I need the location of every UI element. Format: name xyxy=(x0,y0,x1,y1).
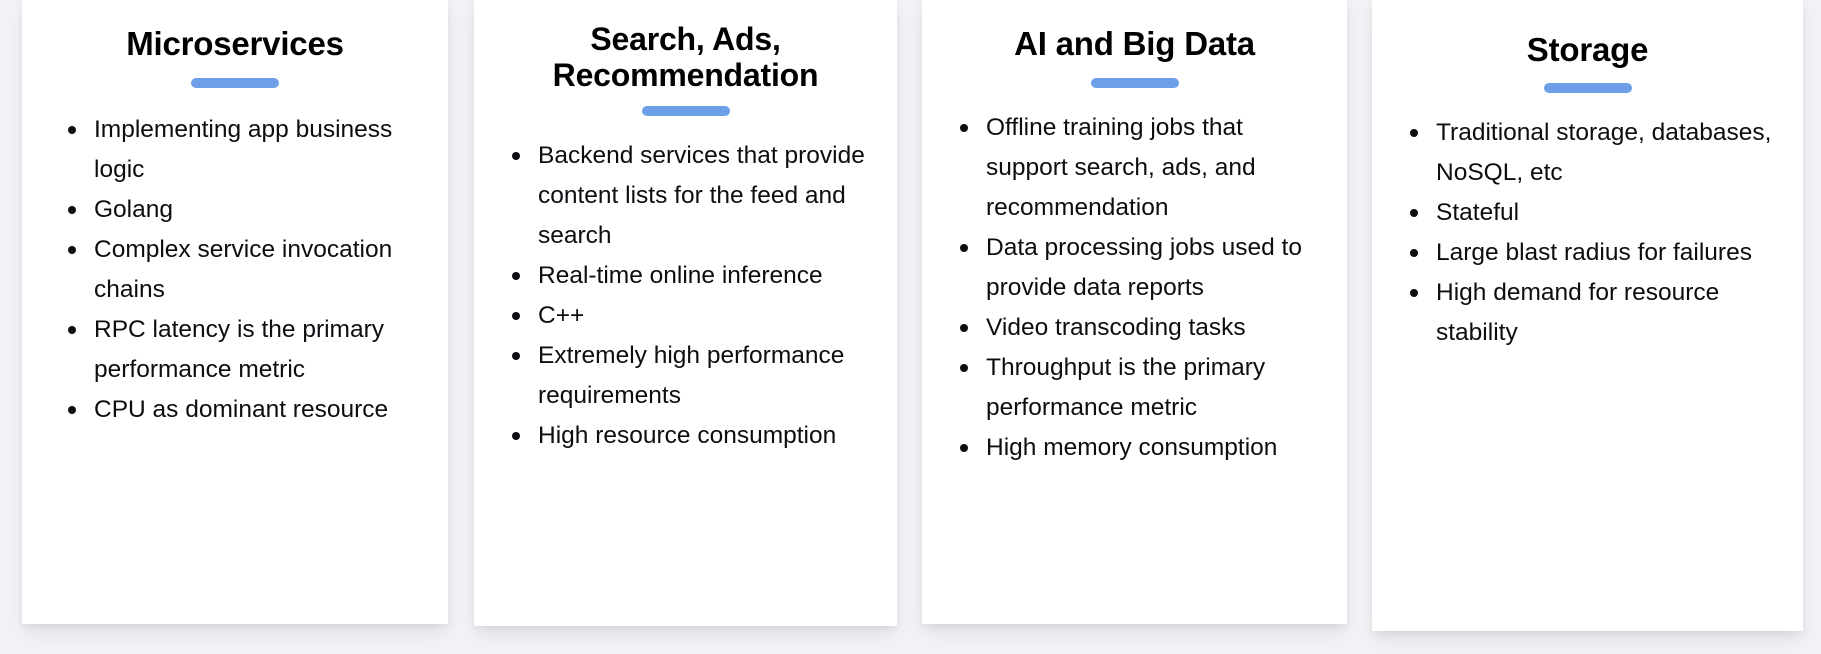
bullet-dot-icon xyxy=(960,243,968,252)
list-item: High resource consumption xyxy=(512,416,873,456)
bullet-dot-icon xyxy=(960,363,968,372)
list-item: Golang xyxy=(68,190,424,230)
card-title: Storage xyxy=(1526,31,1649,68)
bullet-dot-icon xyxy=(68,205,76,214)
bullet-dot-icon xyxy=(68,245,76,254)
list-item-label: High resource consumption xyxy=(538,421,837,449)
bullet-dot-icon xyxy=(960,123,968,132)
card-ai-and-big-data: AI and Big Data Offline training jobs th… xyxy=(922,0,1347,624)
bullet-dot-icon xyxy=(68,125,76,134)
card-header: Search, Ads, Recommendation xyxy=(474,0,897,116)
list-item-label: Extremely high performance requirements xyxy=(538,341,845,409)
bullet-dot-icon xyxy=(512,311,520,320)
list-item: Extremely high performance requirements xyxy=(512,336,873,416)
card-storage: Storage Traditional storage, databases, … xyxy=(1372,0,1803,631)
bullet-dot-icon xyxy=(512,351,520,360)
list-item-label: Complex service invocation chains xyxy=(94,235,393,303)
list-item-label: Large blast radius for failures xyxy=(1436,238,1752,266)
bullet-dot-icon xyxy=(68,325,76,334)
card-search-ads-recommendation: Search, Ads, Recommendation Backend serv… xyxy=(474,0,897,626)
list-item: High demand for resource stability xyxy=(1410,273,1779,353)
bullet-dot-icon xyxy=(1410,288,1418,297)
list-item-label: Backend services that provide content li… xyxy=(538,141,865,249)
bullet-dot-icon xyxy=(68,405,76,414)
title-divider xyxy=(1090,77,1179,88)
card-microservices: Microservices Implementing app business … xyxy=(22,0,448,624)
list-item-label: Implementing app business logic xyxy=(94,115,393,183)
list-item-label: High memory consumption xyxy=(986,433,1278,461)
card-title: Search, Ads, Recommendation xyxy=(552,21,819,93)
title-divider xyxy=(641,105,730,116)
list-item: Backend services that provide content li… xyxy=(512,136,873,256)
bullet-dot-icon xyxy=(512,271,520,280)
list-item: Implementing app business logic xyxy=(68,110,424,190)
list-item-label: Real-time online inference xyxy=(538,261,823,289)
title-divider xyxy=(191,77,279,88)
list-item: Real-time online inference xyxy=(512,256,873,296)
list-item-label: RPC latency is the primary performance m… xyxy=(94,315,385,383)
list-item: Data processing jobs used to provide dat… xyxy=(960,228,1323,308)
card-title: AI and Big Data xyxy=(1014,25,1255,62)
list-item-label: Golang xyxy=(94,195,174,223)
workload-category-cards: Microservices Implementing app business … xyxy=(0,0,1821,654)
bullet-dot-icon xyxy=(1410,208,1418,217)
list-item: Complex service invocation chains xyxy=(68,230,424,310)
list-item-label: Traditional storage, databases, NoSQL, e… xyxy=(1436,118,1772,186)
card-header: Storage xyxy=(1372,0,1803,93)
list-item: C++ xyxy=(512,296,873,336)
list-item: Offline training jobs that support searc… xyxy=(960,108,1323,228)
list-item: CPU as dominant resource xyxy=(68,390,424,430)
card-header: Microservices xyxy=(22,0,448,88)
card-bullet-list: Traditional storage, databases, NoSQL, e… xyxy=(1372,93,1803,353)
list-item: RPC latency is the primary performance m… xyxy=(68,310,424,390)
card-bullet-list: Implementing app business logic Golang C… xyxy=(22,88,448,430)
list-item-label: Stateful xyxy=(1436,198,1520,226)
bullet-dot-icon xyxy=(512,151,520,160)
list-item: Traditional storage, databases, NoSQL, e… xyxy=(1410,113,1779,193)
list-item-label: Data processing jobs used to provide dat… xyxy=(986,233,1302,301)
card-header: AI and Big Data xyxy=(922,0,1347,88)
list-item-label: CPU as dominant resource xyxy=(94,395,389,423)
list-item-label: High demand for resource stability xyxy=(1436,278,1720,346)
bullet-dot-icon xyxy=(1410,248,1418,257)
card-title: Microservices xyxy=(126,25,344,62)
list-item: Stateful xyxy=(1410,193,1779,233)
list-item-label: Video transcoding tasks xyxy=(986,313,1246,341)
bullet-dot-icon xyxy=(1410,128,1418,137)
card-bullet-list: Backend services that provide content li… xyxy=(474,116,897,456)
title-divider xyxy=(1543,82,1632,93)
bullet-dot-icon xyxy=(960,323,968,332)
list-item: Large blast radius for failures xyxy=(1410,233,1779,273)
bullet-dot-icon xyxy=(512,431,520,440)
card-bullet-list: Offline training jobs that support searc… xyxy=(922,88,1347,468)
list-item-label: Offline training jobs that support searc… xyxy=(986,113,1256,221)
list-item-label: Throughput is the primary performance me… xyxy=(986,353,1266,421)
list-item-label: C++ xyxy=(538,301,585,329)
list-item: High memory consumption xyxy=(960,428,1323,468)
bullet-dot-icon xyxy=(960,443,968,452)
list-item: Video transcoding tasks xyxy=(960,308,1323,348)
list-item: Throughput is the primary performance me… xyxy=(960,348,1323,428)
